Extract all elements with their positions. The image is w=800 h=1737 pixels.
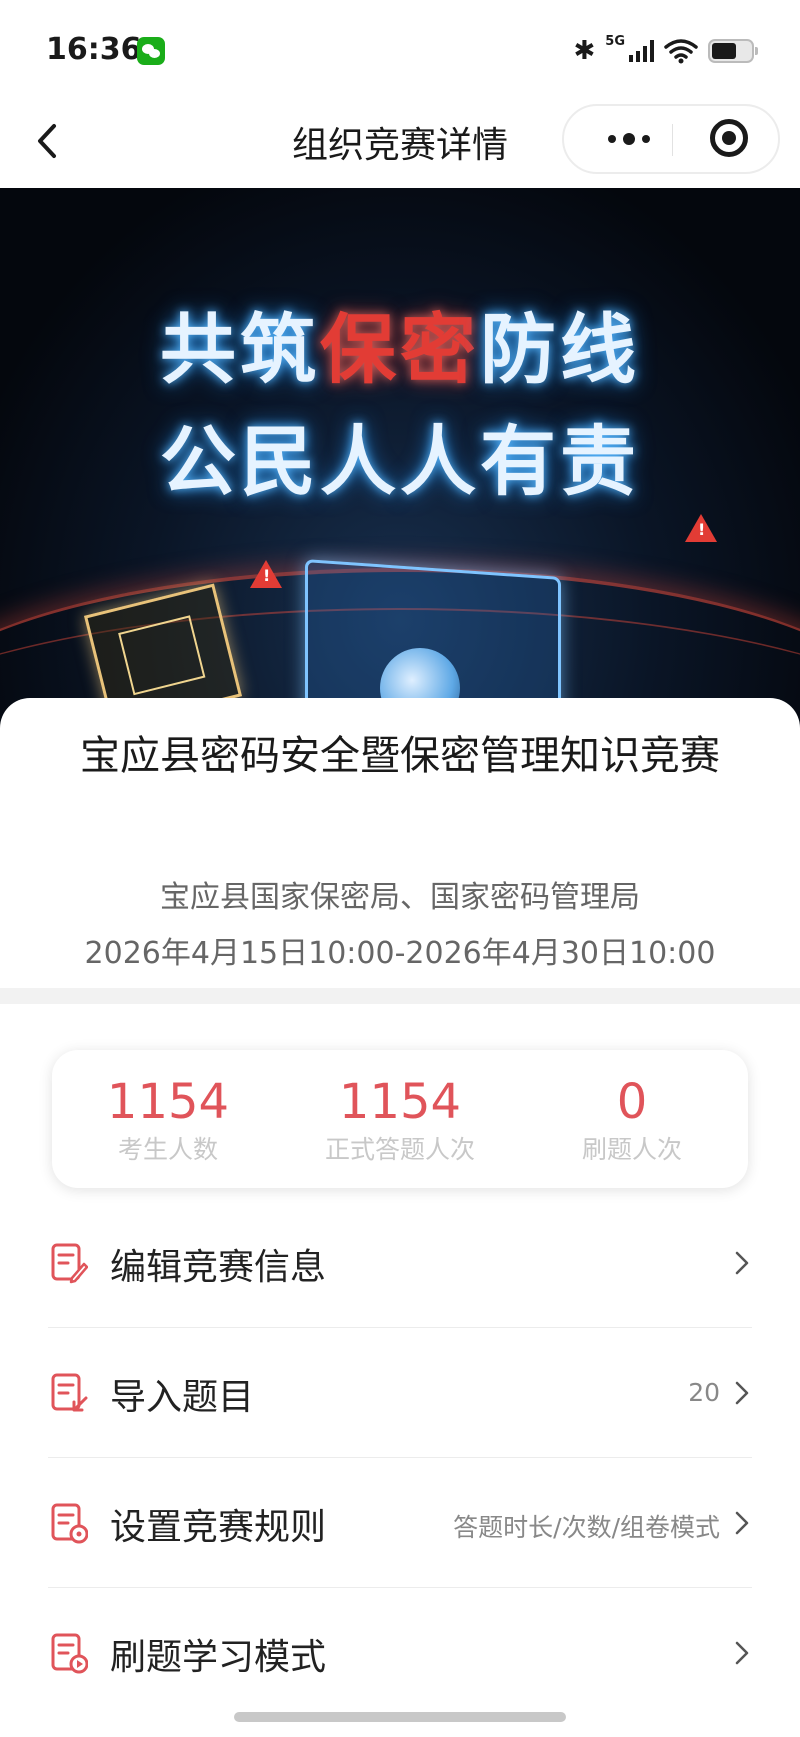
menu-item-label: 设置竞赛规则	[110, 1507, 327, 1548]
banner-image: 共筑保密防线 公民人人有责	[0, 188, 800, 728]
nav-bar: 组织竞赛详情	[0, 96, 800, 188]
chevron-right-icon	[735, 1511, 749, 1535]
menu-item-label: 编辑竞赛信息	[110, 1247, 327, 1288]
warning-icon	[250, 560, 282, 588]
stats-card: 1154 考生人数 1154 正式答题人次 0 刷题人次	[52, 1050, 748, 1188]
banner-headline-1: 共筑保密防线	[160, 305, 640, 394]
competition-name: 宝应县密码安全暨保密管理知识竞赛	[80, 733, 720, 779]
warning-icon	[685, 514, 717, 542]
battery-icon	[708, 39, 758, 63]
stat-examinees: 1154 考生人数	[52, 1050, 284, 1188]
status-icons: ✱ 5G	[573, 33, 758, 68]
edit-document-icon	[51, 1243, 88, 1284]
home-indicator[interactable]	[234, 1712, 566, 1722]
stat-label: 正式答题人次	[324, 1135, 475, 1164]
menu-item-set-rules[interactable]: 设置竞赛规则 答题时长/次数/组卷模式	[48, 1458, 752, 1588]
stat-formal-attempts: 1154 正式答题人次	[284, 1050, 516, 1188]
menu-item-edit-info[interactable]: 编辑竞赛信息	[48, 1198, 752, 1328]
settings-menu: 编辑竞赛信息 导入题目 20 设置竞赛规则 答题时长/次数/组卷模式 刷题学习模…	[48, 1198, 752, 1717]
wechat-icon	[137, 37, 165, 65]
stat-value: 1154	[338, 1074, 462, 1130]
practice-mode-icon	[51, 1633, 88, 1674]
import-document-icon	[51, 1373, 88, 1412]
stat-value: 1154	[106, 1074, 230, 1130]
menu-item-label: 刷题学习模式	[110, 1637, 327, 1678]
stat-value: 0	[616, 1074, 648, 1130]
banner-headline-2: 公民人人有责	[160, 417, 640, 506]
chevron-right-icon	[735, 1381, 749, 1405]
banner-highlight: 保密	[320, 305, 480, 394]
competition-time-range: 2026年4月15日10:00-2026年4月30日10:00	[84, 936, 716, 971]
target-circle-icon[interactable]	[710, 119, 748, 157]
signal-icon	[629, 40, 654, 62]
menu-item-value: 20	[688, 1378, 720, 1407]
chevron-right-icon	[735, 1251, 749, 1275]
menu-item-label: 导入题目	[110, 1377, 255, 1418]
menu-item-value: 答题时长/次数/组卷模式	[453, 1513, 720, 1542]
menu-item-import-questions[interactable]: 导入题目 20	[48, 1328, 752, 1458]
chevron-right-icon	[735, 1641, 749, 1665]
network-type: 5G	[605, 33, 625, 49]
mini-program-capsule	[562, 104, 780, 174]
status-time: 16:36	[46, 32, 142, 67]
wifi-icon	[664, 39, 698, 64]
stat-label: 刷题人次	[581, 1135, 682, 1164]
competition-info-card: 宝应县密码安全暨保密管理知识竞赛 宝应县国家保密局、国家密码管理局 2026年4…	[0, 698, 800, 988]
stat-label: 考生人数	[117, 1135, 218, 1164]
more-dots-icon[interactable]	[594, 106, 664, 172]
section-divider	[0, 988, 800, 1004]
status-bar: 16:36 ✱ 5G	[0, 0, 800, 96]
menu-item-practice-mode[interactable]: 刷题学习模式	[48, 1588, 752, 1717]
capsule-divider	[672, 124, 673, 156]
competition-organizer: 宝应县国家保密局、国家密码管理局	[160, 880, 640, 915]
rules-settings-icon	[51, 1503, 88, 1544]
stat-practice-attempts: 0 刷题人次	[516, 1050, 748, 1188]
bluetooth-icon: ✱	[573, 36, 596, 66]
